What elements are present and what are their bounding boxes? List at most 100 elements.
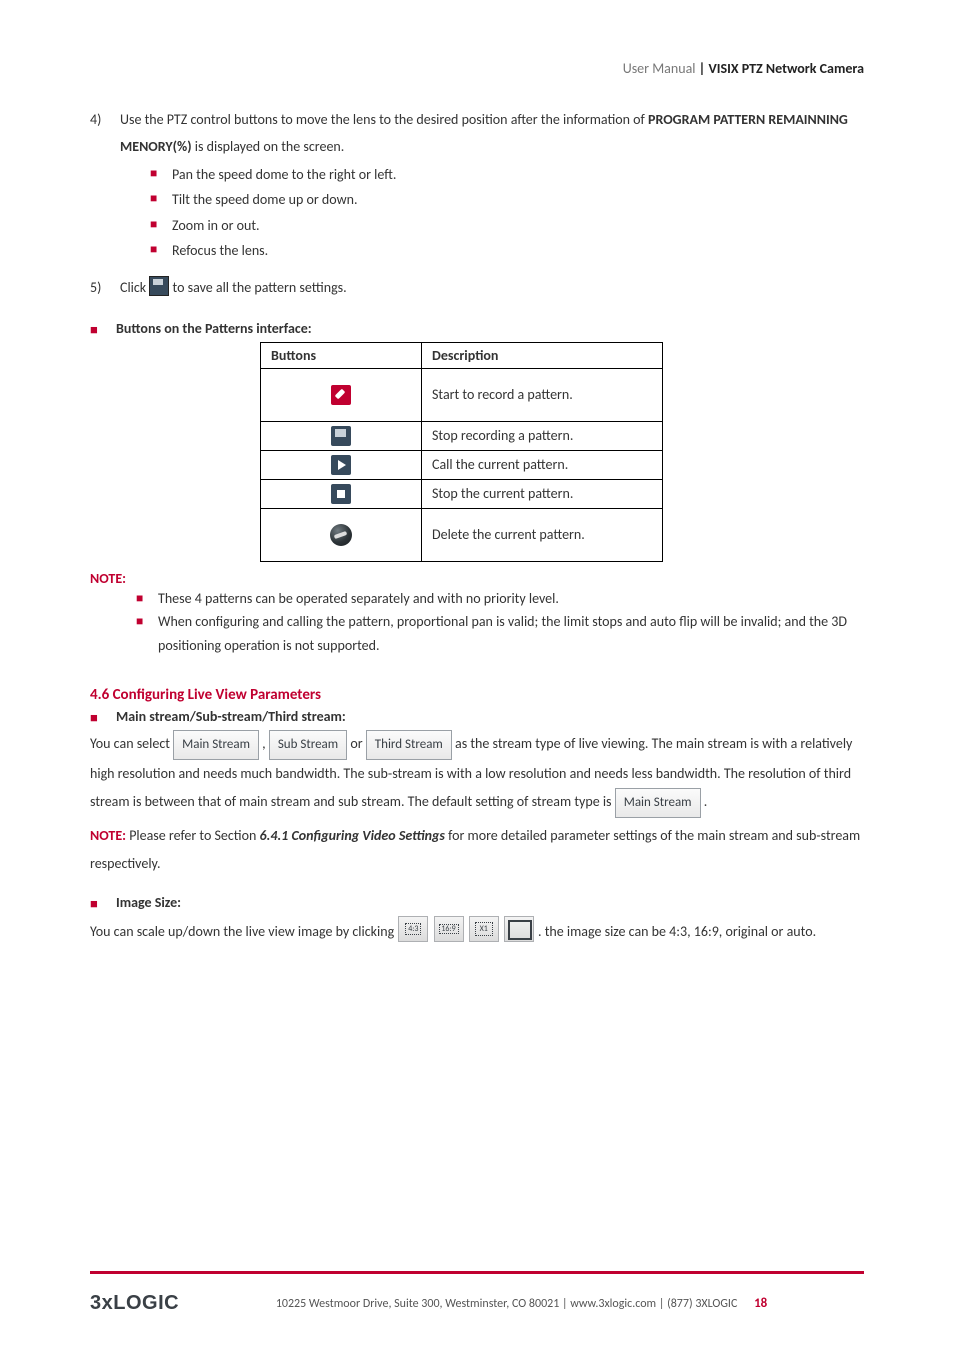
cell-desc: Start to record a pattern. [422, 368, 663, 421]
image-size-heading: ■ Image Size: [90, 894, 864, 912]
third-stream-chip: Third Stream [366, 730, 452, 760]
step-5-pre: Click [120, 279, 149, 296]
cell-desc: Stop recording a pattern. [422, 421, 663, 450]
cell-button [261, 450, 422, 479]
image-size-heading-text: Image Size: [116, 894, 181, 911]
stop-icon [331, 484, 351, 504]
aspect-auto-label [508, 920, 532, 940]
cell-button [261, 421, 422, 450]
page-number: 18 [754, 1296, 767, 1311]
patterns-table: Buttons Description Start to record a pa… [260, 342, 663, 562]
list-item: ■Zoom in or out. [150, 213, 864, 238]
aspect-x1-icon: X1 [469, 916, 499, 942]
main-stream-chip: Main Stream [173, 730, 259, 760]
bullet-text: Refocus the lens. [172, 238, 268, 263]
text: or [350, 735, 365, 752]
aspect-x1-label: X1 [475, 922, 493, 936]
list-item: ■Pan the speed dome to the right or left… [150, 162, 864, 187]
note-label: NOTE: [90, 570, 864, 587]
step-5-body: Click to save all the pattern settings. [120, 275, 864, 302]
stop-record-icon [331, 426, 351, 446]
cell-button [261, 508, 422, 561]
streams-note: NOTE: Please refer to Section 6.4.1 Conf… [90, 822, 864, 878]
table-header-row: Buttons Description [261, 342, 663, 368]
logo: 3xLOGIC [90, 1292, 179, 1315]
bullet-square-icon: ■ [150, 187, 172, 211]
play-icon [331, 455, 351, 475]
th-description: Description [422, 342, 663, 368]
save-icon [149, 276, 169, 296]
text: Please refer to Section [129, 827, 259, 844]
cell-desc: Stop the current pattern. [422, 479, 663, 508]
note-list: ■These 4 patterns can be operated separa… [136, 587, 864, 658]
note-item-text: These 4 patterns can be operated separat… [158, 587, 864, 611]
record-icon [331, 385, 351, 405]
page-header: User Manual | VISIX PTZ Network Camera [90, 60, 864, 77]
section-4-6-heading: 4.6 Configuring Live View Parameters [90, 686, 864, 704]
table-row: Delete the current pattern. [261, 508, 663, 561]
bullet-square-icon: ■ [90, 320, 116, 338]
cell-desc: Call the current pattern. [422, 450, 663, 479]
table-row: Stop recording a pattern. [261, 421, 663, 450]
bullet-square-icon: ■ [90, 894, 116, 912]
table-row: Call the current pattern. [261, 450, 663, 479]
aspect-4-3-icon: 4:3 [398, 916, 428, 942]
note-item-text: When configuring and calling the pattern… [158, 610, 864, 658]
aspect-auto-icon [504, 916, 534, 942]
streams-paragraph: You can select Main Stream , Sub Stream … [90, 730, 864, 818]
bullet-square-icon: ■ [150, 162, 172, 186]
text: . the image size can be 4:3, 16:9, origi… [538, 923, 816, 940]
bullet-text: Pan the speed dome to the right or left. [172, 162, 396, 187]
list-item: ■Refocus the lens. [150, 238, 864, 263]
text: . [704, 793, 708, 810]
section-4-6-title: Configuring Live View Parameters [109, 686, 321, 704]
aspect-4-3-label: 4:3 [405, 923, 421, 935]
logo-text: 3xLOGIC [90, 1292, 179, 1314]
section-reference: 6.4.1 Configuring Video Settings [260, 827, 445, 844]
table-row: Stop the current pattern. [261, 479, 663, 508]
bullet-square-icon: ■ [150, 213, 172, 237]
section-4-6-num: 4.6 [90, 686, 109, 704]
bullet-text: Tilt the speed dome up or down. [172, 187, 358, 212]
bullet-square-icon: ■ [136, 610, 158, 632]
step-4-body: Use the PTZ control buttons to move the … [120, 107, 864, 265]
aspect-16-9-icon: 16:9 [434, 916, 464, 942]
step-4-text-a: Use the PTZ control buttons to move the … [120, 111, 648, 128]
note-inline-label: NOTE: [90, 827, 126, 844]
footer-address: 10225 Westmoor Drive, Suite 300, Westmin… [276, 1297, 738, 1311]
cell-button [261, 368, 422, 421]
text: , [262, 735, 269, 752]
page-footer: 3xLOGIC 10225 Westmoor Drive, Suite 300,… [90, 1271, 864, 1315]
list-item: ■These 4 patterns can be operated separa… [136, 587, 864, 611]
step-4: 4) Use the PTZ control buttons to move t… [90, 107, 864, 265]
bullet-square-icon: ■ [90, 708, 116, 726]
header-grey: User Manual [623, 60, 696, 77]
step-4-text-b: is displayed on the screen. [195, 138, 345, 155]
table-row: Start to record a pattern. [261, 368, 663, 421]
cell-desc: Delete the current pattern. [422, 508, 663, 561]
main-stream-chip-2: Main Stream [615, 788, 701, 818]
footer-text: 10225 Westmoor Drive, Suite 300, Westmin… [179, 1296, 864, 1311]
patterns-heading-text: Buttons on the Patterns interface: [116, 320, 312, 337]
sub-stream-chip: Sub Stream [269, 730, 347, 760]
text: You can scale up/down the live view imag… [90, 923, 397, 940]
step-5-num: 5) [90, 275, 120, 302]
aspect-16-9-label: 16:9 [439, 924, 459, 934]
text: You can select [90, 735, 173, 752]
streams-heading: ■ Main stream/Sub-stream/Third stream: [90, 708, 864, 726]
th-buttons: Buttons [261, 342, 422, 368]
patterns-heading: ■ Buttons on the Patterns interface: [90, 320, 864, 338]
cell-button [261, 479, 422, 508]
header-bold: | VISIX PTZ Network Camera [696, 60, 865, 77]
bullet-square-icon: ■ [136, 587, 158, 609]
image-size-paragraph: You can scale up/down the live view imag… [90, 916, 864, 946]
bullet-text: Zoom in or out. [172, 213, 260, 238]
step-5-post: to save all the pattern settings. [173, 279, 347, 296]
bullet-square-icon: ■ [150, 238, 172, 262]
list-item: ■Tilt the speed dome up or down. [150, 187, 864, 212]
step-4-num: 4) [90, 107, 120, 265]
list-item: ■When configuring and calling the patter… [136, 610, 864, 658]
step-5: 5) Click to save all the pattern setting… [90, 275, 864, 302]
streams-heading-text: Main stream/Sub-stream/Third stream: [116, 708, 346, 725]
delete-icon [330, 524, 352, 546]
